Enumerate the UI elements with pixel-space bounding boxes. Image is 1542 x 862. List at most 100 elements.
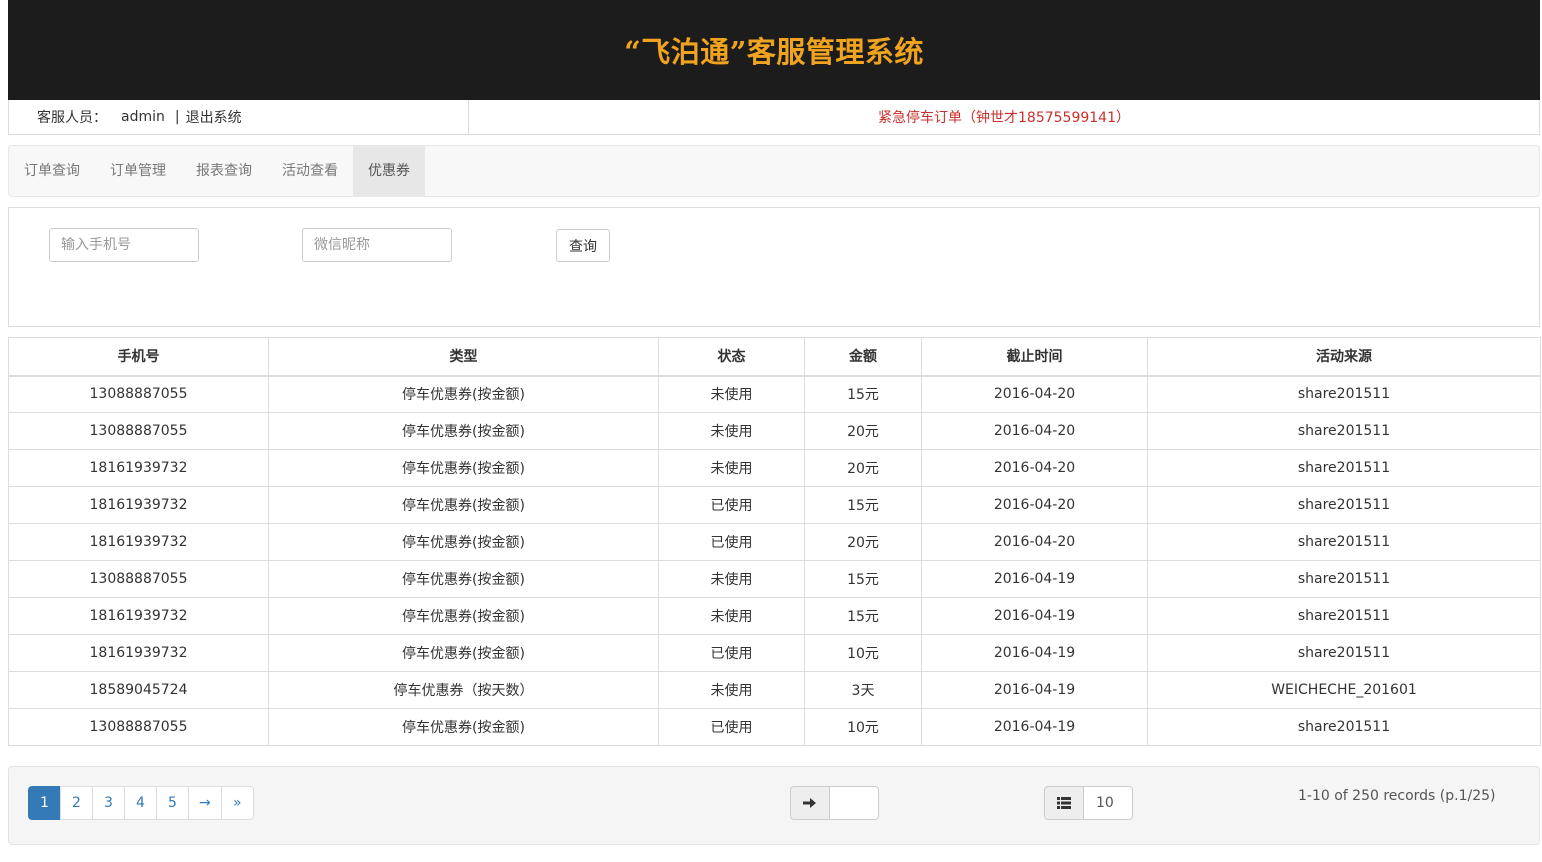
table-row: 13088887055 停车优惠券(按金额) 未使用 15元 2016-04-19 sha…: [8, 560, 1541, 598]
page-size-group: 10: [1044, 786, 1133, 820]
cell-type: 停车优惠券(按金额): [268, 523, 659, 561]
cell-type: 停车优惠券(按金额): [268, 708, 659, 746]
cell-status: 已使用: [658, 486, 805, 524]
cell-phone: 18161939732: [8, 634, 269, 672]
page-5-button[interactable]: 5: [156, 786, 189, 820]
cell-amount: 15元: [804, 486, 922, 524]
page-4-button[interactable]: 4: [124, 786, 157, 820]
cell-type: 停车优惠券(按金额): [268, 375, 659, 413]
col-header-phone: 手机号: [8, 337, 269, 377]
nav-item-order-query[interactable]: 订单查询: [9, 146, 95, 196]
cell-type: 停车优惠券(按金额): [268, 486, 659, 524]
cell-source: WEICHECHE_201601: [1147, 671, 1541, 709]
cell-amount: 20元: [804, 449, 922, 487]
cell-amount: 20元: [804, 412, 922, 450]
cell-phone: 18589045724: [8, 671, 269, 709]
cell-source: share201511: [1147, 486, 1541, 524]
cell-deadline: 2016-04-20: [921, 375, 1148, 413]
query-button[interactable]: 查询: [556, 229, 610, 262]
cell-deadline: 2016-04-20: [921, 449, 1148, 487]
cell-status: 未使用: [658, 560, 805, 598]
cell-deadline: 2016-04-19: [921, 634, 1148, 672]
cell-type: 停车优惠券(按金额): [268, 597, 659, 635]
cell-amount: 20元: [804, 523, 922, 561]
next-page-button[interactable]: →: [188, 786, 222, 820]
cell-phone: 13088887055: [8, 708, 269, 746]
emergency-order-link[interactable]: 紧急停车订单（钟世才18575599141）: [469, 100, 1539, 134]
cell-phone: 18161939732: [8, 523, 269, 561]
cell-amount: 10元: [804, 708, 922, 746]
cell-amount: 15元: [804, 560, 922, 598]
nav-item-activity-view[interactable]: 活动查看: [267, 146, 353, 196]
pagination-bar: 1 2 3 4 5 → » 10 1-10 of 250 records (p.…: [8, 766, 1540, 845]
cell-amount: 10元: [804, 634, 922, 672]
cell-status: 已使用: [658, 523, 805, 561]
cell-phone: 13088887055: [8, 412, 269, 450]
table-row: 18161939732 停车优惠券(按金额) 未使用 20元 2016-04-20 sha…: [8, 449, 1541, 487]
separator: |: [174, 109, 180, 125]
info-bar: 客服人员： admin | 退出系统 紧急停车订单（钟世才18575599141…: [8, 100, 1540, 135]
cell-deadline: 2016-04-20: [921, 412, 1148, 450]
page-3-button[interactable]: 3: [92, 786, 125, 820]
cell-source: share201511: [1147, 560, 1541, 598]
cell-phone: 13088887055: [8, 560, 269, 598]
main-nav: 订单查询 订单管理 报表查询 活动查看 优惠券: [8, 145, 1540, 197]
staff-label: 客服人员：: [37, 110, 107, 126]
cell-deadline: 2016-04-20: [921, 523, 1148, 561]
page-2-button[interactable]: 2: [60, 786, 93, 820]
records-summary: 1-10 of 250 records (p.1/25): [1298, 788, 1496, 804]
cell-status: 未使用: [658, 449, 805, 487]
table-header-row: 手机号 类型 状态 金额 截止时间 活动来源: [8, 337, 1541, 377]
nickname-search-input[interactable]: [302, 228, 452, 262]
cell-status: 未使用: [658, 671, 805, 709]
cell-deadline: 2016-04-19: [921, 708, 1148, 746]
cell-deadline: 2016-04-19: [921, 597, 1148, 635]
app-title: “飞泊通”客服管理系统: [624, 35, 924, 69]
col-header-status: 状态: [658, 337, 805, 377]
nav-item-coupon[interactable]: 优惠券: [353, 146, 425, 196]
logout-link[interactable]: 退出系统: [186, 107, 242, 127]
cell-source: share201511: [1147, 523, 1541, 561]
table-row: 18161939732 停车优惠券(按金额) 已使用 15元 2016-04-20 sha…: [8, 486, 1541, 524]
cell-source: share201511: [1147, 597, 1541, 635]
page-1-button[interactable]: 1: [28, 786, 61, 820]
last-page-button[interactable]: »: [220, 786, 254, 820]
cell-source: share201511: [1147, 449, 1541, 487]
col-header-deadline: 截止时间: [921, 337, 1148, 377]
table-row: 18161939732 停车优惠券(按金额) 已使用 10元 2016-04-19 sha…: [8, 634, 1541, 672]
cell-status: 已使用: [658, 634, 805, 672]
cell-type: 停车优惠券(按金额): [268, 412, 659, 450]
cell-deadline: 2016-04-19: [921, 671, 1148, 709]
cell-deadline: 2016-04-19: [921, 560, 1148, 598]
cell-status: 未使用: [658, 375, 805, 413]
table-row: 13088887055 停车优惠券(按金额) 未使用 20元 2016-04-20 sha…: [8, 412, 1541, 450]
arrow-right-icon[interactable]: [790, 786, 830, 820]
app-header: “飞泊通”客服管理系统: [8, 0, 1540, 100]
cell-phone: 13088887055: [8, 375, 269, 413]
page-size-input[interactable]: 10: [1084, 786, 1133, 820]
col-header-source: 活动来源: [1147, 337, 1541, 377]
cell-source: share201511: [1147, 634, 1541, 672]
search-panel: 查询: [8, 207, 1540, 327]
nav-item-order-manage[interactable]: 订单管理: [95, 146, 181, 196]
table-row: 18161939732 停车优惠券(按金额) 已使用 20元 2016-04-20 sha…: [8, 523, 1541, 561]
table-row: 18161939732 停车优惠券(按金额) 未使用 15元 2016-04-19 sha…: [8, 597, 1541, 635]
cell-status: 已使用: [658, 708, 805, 746]
phone-search-input[interactable]: [49, 228, 199, 262]
cell-source: share201511: [1147, 375, 1541, 413]
goto-page-group: [790, 786, 879, 820]
cell-source: share201511: [1147, 708, 1541, 746]
pagination: 1 2 3 4 5 → »: [28, 786, 254, 820]
table-row: 18589045724 停车优惠券（按天数） 未使用 3天 2016-04-19 WEIC…: [8, 671, 1541, 709]
cell-type: 停车优惠券(按金额): [268, 449, 659, 487]
list-icon: [1044, 786, 1084, 820]
cell-amount: 3天: [804, 671, 922, 709]
table-row: 13088887055 停车优惠券(按金额) 已使用 10元 2016-04-19 sha…: [8, 708, 1541, 746]
nav-item-report-query[interactable]: 报表查询: [181, 146, 267, 196]
coupon-table: 手机号 类型 状态 金额 截止时间 活动来源 13088887055 停车优惠券(…: [8, 337, 1541, 746]
goto-page-input[interactable]: [830, 786, 879, 820]
cell-source: share201511: [1147, 412, 1541, 450]
cell-type: 停车优惠券（按天数）: [268, 671, 659, 709]
staff-info: 客服人员： admin | 退出系统: [9, 100, 469, 134]
cell-type: 停车优惠券(按金额): [268, 560, 659, 598]
